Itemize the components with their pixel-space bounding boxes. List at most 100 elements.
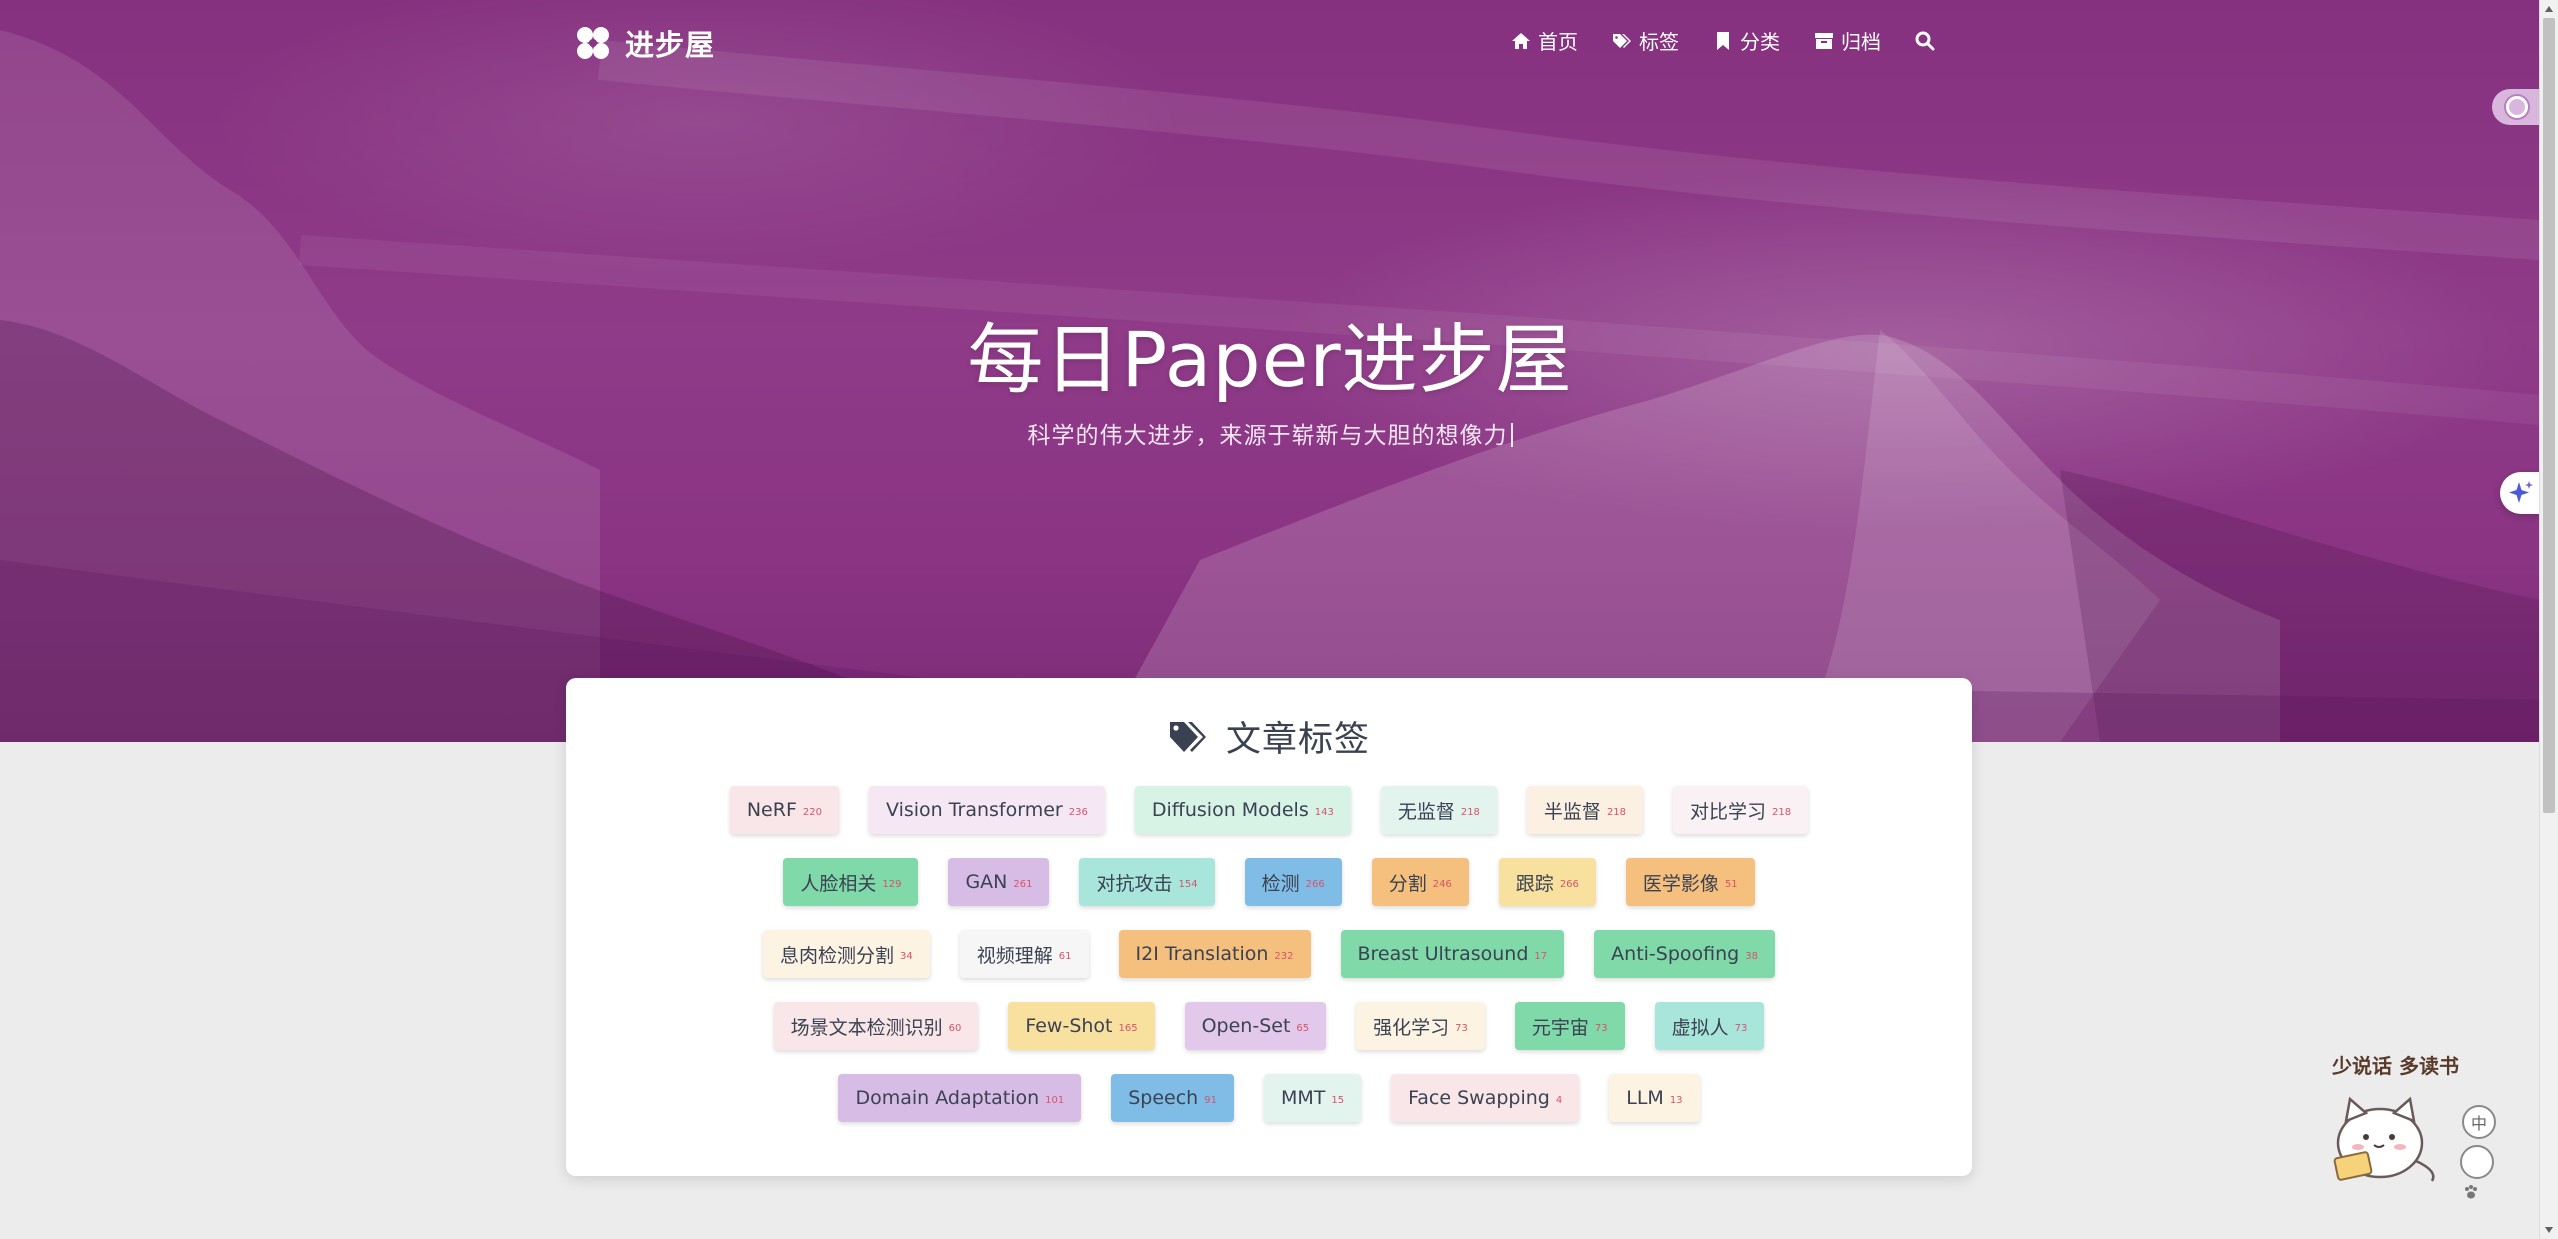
- page-scrollbar[interactable]: [2539, 0, 2558, 1239]
- typing-caret: [1510, 423, 1513, 447]
- tag-chip[interactable]: 半监督 218: [1526, 786, 1644, 834]
- ai-assistant-button[interactable]: [2500, 472, 2542, 514]
- tag-name: Few-Shot: [1025, 1015, 1113, 1037]
- tag-count: 60: [948, 1022, 962, 1034]
- tag-chip[interactable]: Breast Ultrasound 17: [1340, 930, 1565, 978]
- tag-chip[interactable]: Few-Shot 165: [1008, 1002, 1155, 1050]
- language-toggle-label: 中: [2470, 1114, 2487, 1133]
- mascot-widget[interactable]: 少说话 多读书 中: [2328, 1045, 2496, 1199]
- mascot-text: 少说话 多读书: [2332, 1054, 2459, 1078]
- card-title: 文章标签: [1225, 720, 1370, 760]
- tag-count: 73: [1455, 1022, 1468, 1034]
- clover-logo-icon: [577, 27, 609, 59]
- tag-count: 13: [1669, 1094, 1683, 1106]
- tag-row: 场景文本检测识别 60 Few-Shot 165 Open-Set 65 强化学习 73 元宇宙…: [566, 1002, 1972, 1052]
- tag-name: 强化学习: [1373, 1016, 1450, 1039]
- archive-icon: [1815, 32, 1833, 49]
- tag-chip[interactable]: Face Swapping 4: [1391, 1074, 1580, 1122]
- site-name: 进步屋: [625, 28, 716, 62]
- tag-name: 无监督: [1397, 800, 1455, 823]
- language-toggle-button[interactable]: 中: [2462, 1105, 2496, 1139]
- tag-chip[interactable]: 息肉检测分割 34: [763, 930, 930, 978]
- tag-name: 息肉检测分割: [780, 944, 895, 967]
- tag-chip[interactable]: Anti-Spoofing 38: [1594, 930, 1775, 978]
- tag-chip[interactable]: I2I Translation 232: [1118, 930, 1311, 978]
- tag-count: 232: [1274, 950, 1294, 962]
- tag-count: 15: [1331, 1094, 1345, 1106]
- tag-count: 218: [1772, 806, 1792, 818]
- tag-count: 143: [1314, 806, 1334, 818]
- tag-chip[interactable]: 人脸相关 129: [783, 858, 919, 906]
- tag-name: 分割: [1388, 872, 1427, 895]
- palette-icon: [2506, 96, 2528, 118]
- tag-name: Speech: [1128, 1087, 1199, 1109]
- tag-count: 73: [1734, 1022, 1748, 1034]
- tag-name: NeRF: [746, 799, 797, 821]
- tags-icon: [1169, 721, 1206, 752]
- tag-chip[interactable]: 检测 266: [1244, 858, 1342, 906]
- tag-chip[interactable]: Domain Adaptation 101: [838, 1074, 1082, 1122]
- tag-chip[interactable]: Open-Set 65: [1184, 1002, 1327, 1050]
- tag-name: GAN: [965, 871, 1008, 893]
- tag-chip[interactable]: 视频理解 61: [959, 930, 1089, 978]
- tag-chip[interactable]: 对抗攻击 154: [1079, 858, 1215, 906]
- site-logo[interactable]: 进步屋: [575, 22, 715, 64]
- tag-row: 人脸相关 129 GAN 261 对抗攻击 154 检测 266 分割 246 跟踪 266 医学影像 5…: [566, 858, 1972, 908]
- tag-chip[interactable]: Speech 91: [1111, 1074, 1234, 1122]
- nav-item-categories[interactable]: 分类: [1713, 26, 1780, 55]
- tag-chip[interactable]: 对比学习 218: [1673, 786, 1809, 834]
- tag-name: Face Swapping: [1408, 1087, 1550, 1109]
- sparkle-icon: [2509, 481, 2533, 503]
- tag-count: 4: [1555, 1094, 1563, 1106]
- tag-chip[interactable]: LLM 13: [1609, 1074, 1700, 1122]
- tag-count: 220: [802, 806, 822, 818]
- tag-name: Diffusion Models: [1151, 799, 1309, 821]
- tag-chip[interactable]: 无监督 218: [1380, 786, 1497, 834]
- scroll-down-arrow-icon[interactable]: [2545, 1227, 2553, 1233]
- tag-count: 73: [1594, 1022, 1608, 1034]
- subtitle-text: 科学的伟大进步，来源于崭新与大胆的想像力: [1027, 423, 1508, 449]
- tag-chip[interactable]: 虚拟人 73: [1654, 1002, 1765, 1050]
- tag-count: 129: [882, 878, 902, 890]
- nav-item-archive[interactable]: 归档: [1814, 26, 1881, 55]
- nav-item-label: 分类: [1740, 30, 1780, 54]
- tag-chip[interactable]: NeRF 220: [729, 786, 839, 834]
- tag-count: 236: [1068, 806, 1088, 818]
- tag-name: 场景文本检测识别: [790, 1016, 943, 1039]
- tag-count: 246: [1432, 878, 1452, 890]
- bookmark-icon: [1717, 31, 1729, 50]
- tag-name: 人脸相关: [800, 872, 877, 895]
- tag-name: Domain Adaptation: [855, 1087, 1040, 1109]
- tag-count: 61: [1058, 950, 1072, 962]
- nav-item-home[interactable]: 首页: [1511, 26, 1578, 55]
- tag-chip[interactable]: 分割 246: [1371, 858, 1469, 906]
- tag-name: 元宇宙: [1531, 1016, 1589, 1039]
- scrollbar-thumb[interactable]: [2543, 18, 2555, 813]
- search-button[interactable]: [1915, 31, 1935, 51]
- page-title: 每日Paper进步屋: [967, 315, 1573, 404]
- tag-chip[interactable]: Vision Transformer 236: [868, 786, 1105, 834]
- nav-item-tags[interactable]: 标签: [1612, 26, 1679, 55]
- tag-name: LLM: [1626, 1087, 1664, 1109]
- tag-count: 38: [1745, 950, 1758, 962]
- tag-chip[interactable]: MMT 15: [1263, 1074, 1362, 1122]
- theme-toggle-button[interactable]: [2492, 89, 2542, 125]
- scroll-up-arrow-icon[interactable]: [2545, 6, 2553, 12]
- tag-count: 218: [1606, 806, 1627, 818]
- mascot-switch-button[interactable]: [2460, 1145, 2494, 1199]
- paw-icon: [2465, 1185, 2477, 1199]
- nav-item-label: 标签: [1639, 30, 1679, 54]
- tags-icon: [1613, 33, 1631, 48]
- tag-name: Open-Set: [1201, 1015, 1291, 1037]
- tag-row: 息肉检测分割 34 视频理解 61 I2I Translation 232 Breast U…: [566, 930, 1972, 980]
- tag-name: Vision Transformer: [885, 799, 1063, 821]
- tag-chip[interactable]: 元宇宙 73: [1514, 1002, 1625, 1050]
- tag-chip[interactable]: Diffusion Models 143: [1134, 786, 1351, 834]
- tag-count: 65: [1296, 1022, 1310, 1034]
- tag-chip[interactable]: 医学影像 51: [1625, 858, 1755, 906]
- tag-chip[interactable]: 跟踪 266: [1498, 858, 1596, 906]
- nav-item-label: 归档: [1841, 30, 1881, 54]
- tag-chip[interactable]: GAN 261: [948, 858, 1050, 906]
- tag-chip[interactable]: 强化学习 73: [1356, 1002, 1485, 1050]
- tag-chip[interactable]: 场景文本检测识别 60: [773, 1002, 979, 1050]
